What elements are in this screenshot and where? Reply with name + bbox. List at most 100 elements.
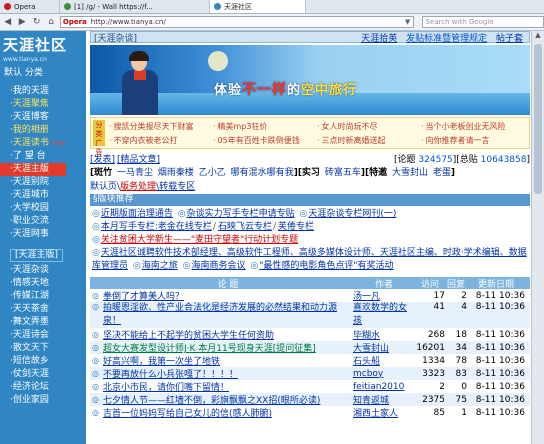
site-logo[interactable]: 天涯社区 www.tianya.cn xyxy=(0,31,86,67)
promo-link[interactable]: 搜凯分类报尽天下财富 xyxy=(109,121,194,132)
browser-tab[interactable]: Opera xyxy=(0,0,60,13)
promo-link[interactable]: 不穿内衣被老公打 xyxy=(109,135,178,146)
forward-icon[interactable]: ▶ xyxy=(16,16,27,28)
author-link[interactable]: 湘西土家人 xyxy=(353,406,415,419)
section-title[interactable]: [天涯杂谈] xyxy=(91,31,137,44)
sidebar-item[interactable]: ·天涯别院 xyxy=(0,176,86,189)
sidebar-item[interactable]: ·大学校园 xyxy=(0,202,86,215)
author-link[interactable]: 知青返城 xyxy=(353,393,415,406)
author-link[interactable]: 喜欢数学的女孩 xyxy=(353,302,415,328)
browser-tab[interactable]: [1] /g/ - Wall https://f... xyxy=(60,0,210,13)
link-tianya-shiying[interactable]: 天涯拾英 xyxy=(361,34,397,44)
promo-link[interactable]: 精美mp3狂价 xyxy=(213,121,268,132)
table-row[interactable]: ◎ 不要再放什么小兵张嘎了！！！！ mcboy 3323 83 8-11 10:36 xyxy=(90,367,530,380)
recommend-link[interactable]: 杂谈实力写手专栏申请专贴 xyxy=(187,209,295,219)
sidebar-item[interactable]: ·天涯读书 new xyxy=(0,137,86,150)
sidebar-subheader[interactable]: [天涯主版] xyxy=(10,249,64,262)
recommend-link[interactable]: 石映飞云专栏 xyxy=(218,222,272,232)
promo-link[interactable]: 向你推荐者请一言 xyxy=(421,135,490,146)
moderator-link[interactable]: 大雪封山 xyxy=(392,168,428,178)
recommend-link[interactable]: 芙倦专栏 xyxy=(278,222,314,232)
table-row[interactable]: ◎ 七夕情人节——红墙不倒，彩旗飘飘之XX招(眼所必读) 知青返城 2375 75 8-1… xyxy=(90,393,530,406)
sidebar-subitem[interactable]: ·创业家园 xyxy=(0,394,86,407)
recommend-link[interactable]: 近期版面治理通告 xyxy=(101,209,173,219)
scroll-thumb[interactable] xyxy=(534,44,542,194)
sidebar-item[interactable]: ·天涯城市 xyxy=(0,189,86,202)
topic-title-link[interactable]: 超女大赛发型设计师J·K 本月11号现身天涯[提问征集] xyxy=(101,341,353,354)
post-button[interactable]: [发表] xyxy=(90,152,115,165)
topic-title-link[interactable]: 拍暖恩淫欲、性产业合法化是经济发展的必然结果和动力源泉！ xyxy=(101,302,353,328)
sidebar-item[interactable]: ·了 望 台 xyxy=(0,150,86,163)
promo-link[interactable]: 05年有百姓卡跌倒便钱 xyxy=(213,135,300,146)
table-row[interactable]: ◎ 超女大赛发型设计师J·K 本月11号现身天涯[提问征集] 大雪封山 16201 34… xyxy=(90,341,530,354)
promo-link[interactable]: 当个小老板创业无风险 xyxy=(421,121,506,132)
moderator-link[interactable]: 乙小乙 xyxy=(199,168,226,178)
table-row[interactable]: ◎ 拍暖恩淫欲、性产业合法化是经济发展的必然结果和动力源泉！ 喜欢数学的女孩 41 4 8… xyxy=(90,302,530,328)
sidebar-item[interactable]: ·天涯博客 xyxy=(0,111,86,124)
author-link[interactable]: 汤一凡 xyxy=(353,289,415,302)
sidebar-item[interactable]: ·天涯聚焦 xyxy=(0,98,86,111)
author-link[interactable]: 大雪封山 xyxy=(353,341,415,354)
topic-title-link[interactable]: 坚决不能给上不起学的贫困大学生任何资助 xyxy=(101,328,353,341)
col-date[interactable]: 更新日期 xyxy=(467,277,527,290)
reload-icon[interactable]: ↻ xyxy=(31,16,42,28)
link-posting-rules[interactable]: 发贴标准暨管理规定 xyxy=(406,34,487,44)
sidebar-subitem[interactable]: ·天涯杂谈 xyxy=(0,264,86,277)
sidebar-item[interactable]: 默认 分类 xyxy=(0,67,86,80)
sidebar-subitem[interactable]: ·经济论坛 xyxy=(0,381,86,394)
col-author[interactable]: 作者 xyxy=(353,277,415,290)
sidebar-item[interactable]: ·我的天涯 xyxy=(0,85,86,98)
home-icon[interactable]: ⌂ xyxy=(45,16,56,28)
browser-tab[interactable]: 天涯社区 xyxy=(210,0,306,13)
col-title[interactable]: 论 题 xyxy=(101,277,353,290)
table-row[interactable]: ◎ 北京小市民，请你们嘴下留情！ feitian2010 2 0 8-11 10:36 xyxy=(90,380,530,394)
col-replies[interactable]: 回复 xyxy=(445,277,467,290)
sidebar-subitem[interactable]: ·情感天地 xyxy=(0,277,86,290)
search-input[interactable]: Search with Google xyxy=(421,16,544,28)
sidebar-subitem[interactable]: ·散文天下 xyxy=(0,342,86,355)
moderator-link[interactable]: 老蛋 xyxy=(433,168,451,178)
table-row[interactable]: ◎ 坚决不能给上不起学的贫困大学生任何资助 毕糊水 268 18 8-11 10:36 xyxy=(90,328,530,342)
topic-title-link[interactable]: 不要再放什么小兵张嘎了！！！！ xyxy=(101,367,353,380)
recommend-link[interactable]: 海南之旅 xyxy=(142,261,178,271)
promo-link[interactable]: 三点时新离婚送起 xyxy=(317,135,386,146)
scroll-up-icon[interactable]: ▲ xyxy=(532,31,544,42)
sidebar-subitem[interactable]: ·仗剑天涯 xyxy=(0,368,86,381)
author-link[interactable]: feitian2010 xyxy=(353,382,415,392)
sidebar-item[interactable]: ·职业交流 xyxy=(0,215,86,228)
featured-button[interactable]: [精品文章] xyxy=(117,152,160,165)
moderator-link[interactable]: 哪有混水哪有我 xyxy=(231,168,294,178)
back-icon[interactable]: ◀ xyxy=(2,16,13,28)
crumb-repost[interactable]: \转载专区 xyxy=(156,182,195,192)
recommend-link[interactable]: "最性感的电影角色点评"有奖活动 xyxy=(259,261,393,271)
recommend-link[interactable]: 天涯杂谈专栏网刊(一) xyxy=(308,209,396,219)
table-row[interactable]: ◎ 好高兴啊，我第一次坐了地铁 石头船 1334 78 8-11 10:36 xyxy=(90,354,530,368)
sidebar-subitem[interactable]: ·天天茶舍 xyxy=(0,303,86,316)
topic-title-link[interactable]: 拳倒了才算美人吗？ xyxy=(101,289,353,302)
page-scrollbar[interactable]: ▲ xyxy=(531,31,544,444)
moderator-link[interactable]: 砖富五车 xyxy=(325,168,361,178)
sidebar-subitem[interactable]: ·传媒江湖 xyxy=(0,290,86,303)
recommend-link[interactable]: 关注贫困大学新生——"麦田守望者"行动计划专题 xyxy=(101,235,298,245)
dropdown-arrow-icon[interactable]: ▼ xyxy=(403,18,413,26)
sidebar-item[interactable]: ·天涯主版 xyxy=(0,163,66,176)
crumb-admin[interactable]: 版务处理 xyxy=(120,182,156,192)
moderator-link[interactable]: 烟雨秦楼 xyxy=(158,168,194,178)
topic-title-link[interactable]: 好高兴啊，我第一次坐了地铁 xyxy=(101,354,353,367)
recommend-link[interactable]: 本月写手专栏:老金在线专栏 xyxy=(101,222,212,232)
promo-link[interactable]: 女人时尚玩不尽 xyxy=(317,121,378,132)
topic-title-link[interactable]: 吉首一位妈妈写给自己女儿的信(感人肺腑) xyxy=(101,406,353,419)
sidebar-subitem[interactable]: ·舞文弄墨 xyxy=(0,316,86,329)
author-link[interactable]: 石头船 xyxy=(353,354,415,367)
col-visits[interactable]: 访问 xyxy=(415,277,445,290)
address-field[interactable]: Opera http://www.tianya.cn/ ▼ xyxy=(59,16,414,28)
link-post-set[interactable]: 帖子套 xyxy=(496,34,523,44)
sidebar-item[interactable]: ·我的相册 xyxy=(0,124,86,137)
sidebar-subitem[interactable]: ·天涯诗会 xyxy=(0,329,86,342)
sidebar-subitem[interactable]: ·短信故乡 xyxy=(0,355,86,368)
table-row[interactable]: ◎ 吉首一位妈妈写给自己女儿的信(感人肺腑) 湘西土家人 85 1 8-11 10:36 xyxy=(90,406,530,420)
crumb-default[interactable]: 默认页\ xyxy=(90,182,120,192)
author-link[interactable]: 毕糊水 xyxy=(353,328,415,341)
ad-banner[interactable]: 体验不一样的空中旅行 xyxy=(90,45,530,115)
author-link[interactable]: mcboy xyxy=(353,369,415,379)
